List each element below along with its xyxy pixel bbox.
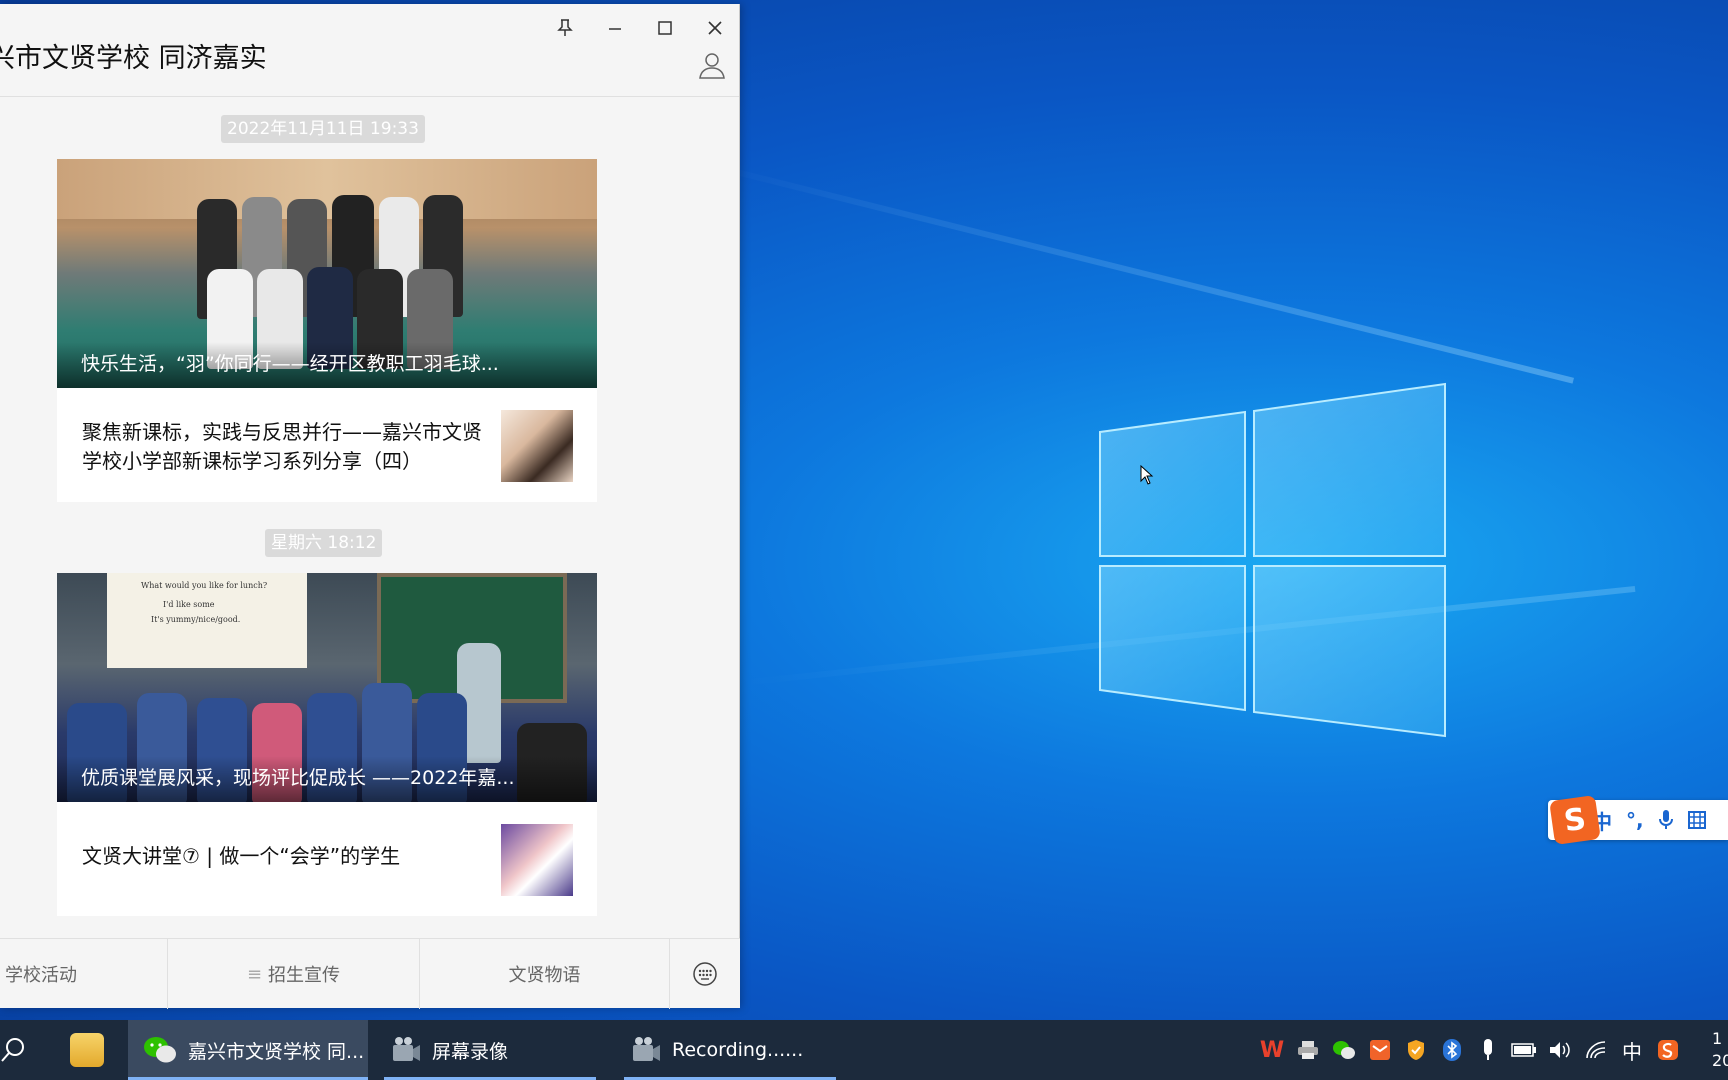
wifi-icon[interactable] [1578, 1020, 1614, 1080]
maximize-button[interactable] [645, 12, 685, 44]
article-thumbnail [501, 410, 573, 482]
sogou-ime-logo[interactable]: S [1549, 795, 1601, 845]
screen-text: What would you like for lunch? [141, 581, 268, 590]
keyboard-toggle-button[interactable] [670, 939, 740, 1009]
taskbar-app-label: 屏幕录像 [432, 1040, 509, 1063]
menu-label: 文贤物语 [508, 965, 581, 986]
taskbar-app-label: 嘉兴市文贤学校 同... [188, 1040, 365, 1063]
mail-icon[interactable] [1362, 1020, 1398, 1080]
microphone-tray-icon[interactable] [1470, 1020, 1506, 1080]
menu-wenxian-stories[interactable]: 文贤物语 [420, 939, 670, 1009]
wechat-official-account-window: 兴市文贤学校 同济嘉实 2022年11月11日 19:33 快乐生活，“羽”你同… [0, 4, 740, 1009]
article-card: What would you like for lunch? I'd like … [57, 573, 597, 916]
sogou-tray-icon[interactable] [1650, 1020, 1686, 1080]
account-menu-bar: 学校活动 ≡ 招生宣传 文贤物语 [0, 938, 740, 1009]
chat-title: 兴市文贤学校 同济嘉实 [0, 43, 267, 74]
system-tray: W 中 [1254, 1020, 1686, 1080]
profile-icon[interactable] [697, 50, 727, 80]
chat-message-list[interactable]: 2022年11月11日 19:33 快乐生活，“羽”你同行——经开区教职工羽毛球… [0, 97, 739, 940]
ime-logo-text: S [1561, 801, 1589, 839]
mouse-cursor-icon [1140, 465, 1154, 485]
message-timestamp: 星期六 18:12 [265, 529, 383, 557]
input-language-indicator[interactable]: 中 [1614, 1020, 1650, 1080]
maximize-icon [658, 21, 672, 35]
article-title: 聚焦新课标，实践与反思并行——嘉兴市文贤学校小学部新课标学习系列分享（四） [82, 420, 482, 473]
menu-school-activities[interactable]: 学校活动 [0, 939, 168, 1009]
taskbar-app-wechat[interactable]: 嘉兴市文贤学校 同... [128, 1020, 368, 1080]
photo-wall [57, 159, 597, 219]
message-timestamp: 2022年11月11日 19:33 [221, 115, 425, 143]
windows-logo [1099, 382, 1446, 738]
file-explorer-icon[interactable] [70, 1033, 104, 1067]
video-camera-icon [393, 1037, 420, 1061]
wechat-icon [144, 1037, 176, 1063]
printer-icon[interactable] [1290, 1020, 1326, 1080]
chat-header: 兴市文贤学校 同济嘉实 [0, 4, 739, 97]
close-button[interactable] [695, 12, 735, 44]
ime-punctuation[interactable]: °, [1626, 808, 1644, 832]
taskbar-app-recording[interactable]: Recording...... [616, 1020, 844, 1080]
article-cover-caption: 快乐生活，“羽”你同行——经开区教职工羽毛球... [81, 353, 499, 375]
video-camera-icon [633, 1037, 660, 1061]
article-cover-caption: 优质课堂展风采，现场评比促成长 ——2022年嘉... [81, 767, 515, 789]
menu-list-icon: ≡ [246, 963, 263, 985]
taskbar: 嘉兴市文贤学校 同... 屏幕录像 Recording...... W 中 1 … [0, 1020, 1728, 1080]
minimize-button[interactable] [595, 12, 635, 44]
bluetooth-icon[interactable] [1434, 1020, 1470, 1080]
keyboard-icon [693, 962, 717, 986]
projector-screen: What would you like for lunch? I'd like … [107, 573, 307, 668]
clock-date: 20 [1712, 1051, 1728, 1070]
clock-time: 1 [1712, 1029, 1723, 1048]
article-title: 文贤大讲堂⑦ | 做一个“会学”的学生 [82, 844, 401, 868]
volume-icon[interactable] [1542, 1020, 1578, 1080]
wechat-tray-icon[interactable] [1326, 1020, 1362, 1080]
light-beam [699, 160, 1574, 384]
article-thumbnail [501, 824, 573, 896]
pin-button[interactable] [545, 12, 585, 44]
taskbar-app-label: Recording...... [672, 1039, 804, 1061]
ime-grid-icon[interactable] [1687, 811, 1706, 829]
taskbar-clock[interactable]: 1 20 [1712, 1028, 1728, 1072]
screen-text: I'd like some [163, 600, 215, 609]
article-card: 快乐生活，“羽”你同行——经开区教职工羽毛球... 聚焦新课标，实践与反思并行—… [57, 159, 597, 502]
article-list-item[interactable]: 文贤大讲堂⑦ | 做一个“会学”的学生 [57, 802, 597, 916]
taskbar-app-screen-recorder[interactable]: 屏幕录像 [376, 1020, 604, 1080]
battery-icon[interactable] [1506, 1020, 1542, 1080]
microphone-icon[interactable] [1658, 809, 1674, 831]
wps-icon[interactable]: W [1254, 1020, 1290, 1080]
menu-enrollment[interactable]: ≡ 招生宣传 [168, 939, 420, 1009]
close-icon [708, 21, 722, 35]
article-cover[interactable]: What would you like for lunch? I'd like … [57, 573, 597, 802]
article-list-item[interactable]: 聚焦新课标，实践与反思并行——嘉兴市文贤学校小学部新课标学习系列分享（四） [57, 388, 597, 502]
menu-label: 招生宣传 [268, 965, 341, 986]
search-icon[interactable] [0, 1036, 26, 1064]
security-shield-icon[interactable] [1398, 1020, 1434, 1080]
screen-text: It's yummy/nice/good. [151, 615, 241, 624]
menu-label: 学校活动 [5, 965, 77, 986]
minimize-icon [609, 28, 621, 30]
article-cover[interactable]: 快乐生活，“羽”你同行——经开区教职工羽毛球... [57, 159, 597, 388]
pin-icon [557, 19, 573, 36]
